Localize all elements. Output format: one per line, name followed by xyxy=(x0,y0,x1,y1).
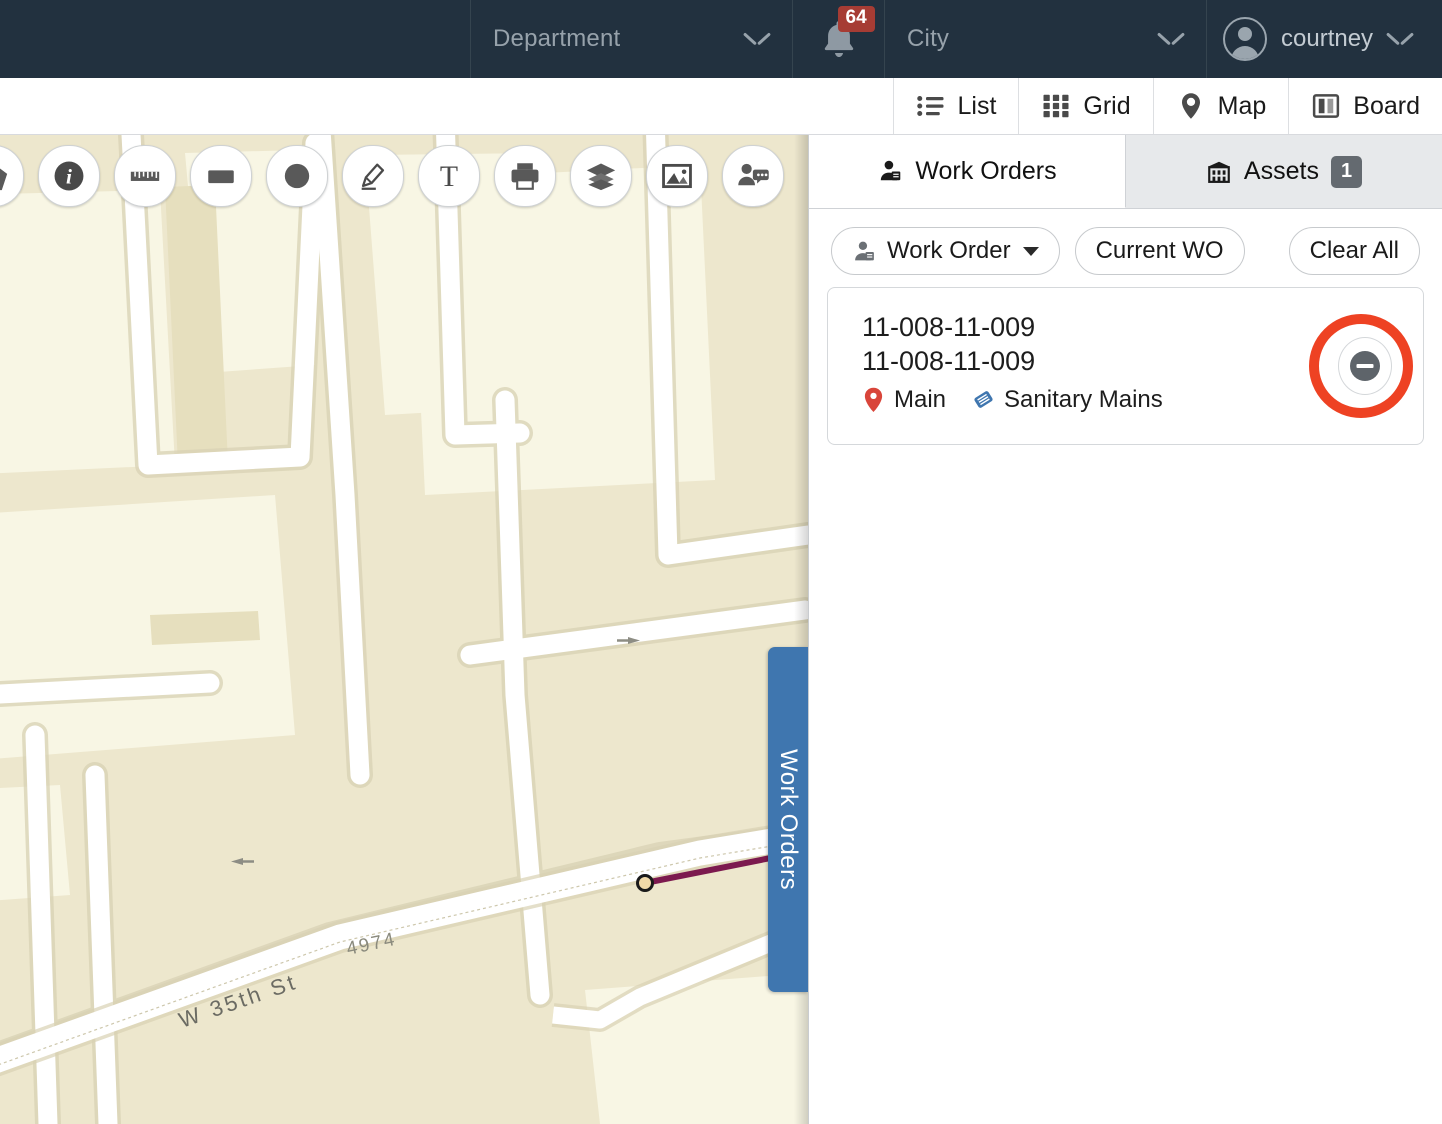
tab-work-orders[interactable]: Work Orders xyxy=(809,135,1126,208)
map-tool-text[interactable]: T xyxy=(418,145,480,207)
view-button-grid-label: Grid xyxy=(1083,91,1131,120)
department-select-label: Department xyxy=(493,25,621,52)
work-order-title: 11-008-11-009 xyxy=(862,312,1036,342)
map-pin-icon xyxy=(1181,93,1200,119)
map-basemap: W 35th St 4974 xyxy=(0,135,808,1124)
chevron-down-icon xyxy=(744,32,770,47)
view-button-map[interactable]: Map xyxy=(1152,78,1289,134)
map-toolbar: i T xyxy=(0,145,784,207)
list-icon xyxy=(916,96,943,116)
notification-count-badge: 64 xyxy=(837,6,875,32)
right-panel: Work Orders Assets 1 Work Order Current … xyxy=(808,135,1442,1124)
tab-assets-count: 1 xyxy=(1330,155,1363,188)
map-tool-rectangle[interactable] xyxy=(190,145,252,207)
view-button-board-label: Board xyxy=(1353,91,1420,120)
map-tool-info[interactable]: i xyxy=(38,145,100,207)
grid-icon xyxy=(1043,94,1069,118)
work-order-location-label: Main xyxy=(894,385,947,413)
circle-icon xyxy=(284,163,310,189)
view-button-list[interactable]: List xyxy=(892,78,1019,134)
info-icon: i xyxy=(54,161,84,191)
map-tool-polygon[interactable] xyxy=(0,145,24,207)
board-icon xyxy=(1313,94,1340,118)
remove-button[interactable] xyxy=(1338,337,1392,395)
chevron-down-icon xyxy=(1158,32,1184,47)
user-avatar-icon xyxy=(1223,17,1267,61)
filter-current-wo-label: Current WO xyxy=(1095,237,1224,264)
printer-icon xyxy=(511,163,539,190)
work-order-subtitle: 11-008-11-009 xyxy=(862,346,1036,377)
view-button-map-label: Map xyxy=(1217,91,1267,120)
city-select[interactable]: City xyxy=(884,0,1206,78)
map-work-orders-tab[interactable]: Work Orders xyxy=(768,647,808,992)
work-order-list: 11-008-11-009 11-008-11-009 Main Sanitar… xyxy=(809,287,1442,445)
clear-all-button[interactable]: Clear All xyxy=(1288,227,1420,275)
work-order-card[interactable]: 11-008-11-009 11-008-11-009 Main Sanitar… xyxy=(827,287,1424,445)
panel-tab-bar: Work Orders Assets 1 xyxy=(809,135,1442,209)
filter-work-order-label: Work Order xyxy=(887,237,1011,264)
app-root: Department 64 City courtney List Grid Ma… xyxy=(0,0,1442,1124)
notifications-button[interactable]: 64 xyxy=(792,0,884,78)
rectangle-icon xyxy=(208,170,234,184)
caret-down-icon xyxy=(1022,246,1039,256)
building-icon xyxy=(1208,161,1230,183)
work-order-icon xyxy=(881,160,901,181)
bell-wrapper: 64 xyxy=(816,6,875,62)
text-icon: T xyxy=(440,160,458,193)
work-order-meta: Main Sanitary Mains xyxy=(862,386,1397,414)
view-switch-bar: List Grid Map Board xyxy=(0,78,1442,135)
asset-diamond-icon xyxy=(974,391,993,408)
svg-text:T: T xyxy=(440,160,458,193)
work-order-location: Main xyxy=(862,386,946,414)
clear-all-label: Clear All xyxy=(1309,237,1399,264)
user-menu-label: courtney xyxy=(1281,25,1374,52)
map-tool-freehand[interactable] xyxy=(342,145,404,207)
filter-current-wo[interactable]: Current WO xyxy=(1074,227,1245,275)
tab-work-orders-label: Work Orders xyxy=(915,156,1057,185)
work-order-asset-type-label: Sanitary Mains xyxy=(1004,385,1163,413)
pen-icon xyxy=(361,163,385,190)
work-order-asset-type: Sanitary Mains xyxy=(972,386,1163,414)
city-select-label: City xyxy=(907,25,950,52)
svg-text:i: i xyxy=(66,165,72,189)
image-icon xyxy=(662,163,692,189)
panel-filter-bar: Work Order Current WO Clear All xyxy=(809,209,1442,287)
tab-assets[interactable]: Assets 1 xyxy=(1126,135,1442,208)
map-tool-print[interactable] xyxy=(494,145,556,207)
map-canvas[interactable]: W 35th St 4974 i T Work Orders xyxy=(0,135,808,1124)
chevron-down-icon xyxy=(1387,32,1413,47)
view-button-grid[interactable]: Grid xyxy=(1018,78,1153,134)
map-tool-image[interactable] xyxy=(646,145,708,207)
pentagon-icon xyxy=(0,168,8,191)
map-tool-layers[interactable] xyxy=(570,145,632,207)
map-work-orders-tab-label: Work Orders xyxy=(775,748,802,891)
work-order-icon xyxy=(855,241,874,260)
map-pin-icon xyxy=(864,387,883,413)
view-button-board[interactable]: Board xyxy=(1288,78,1442,134)
tab-assets-label: Assets xyxy=(1243,157,1319,185)
view-button-list-label: List xyxy=(957,91,997,120)
layers-icon xyxy=(586,163,616,191)
header-left-spacer xyxy=(0,0,470,78)
filter-work-order-dropdown[interactable]: Work Order xyxy=(831,227,1060,275)
map-feature-vertex xyxy=(636,874,654,892)
ruler-icon xyxy=(130,171,160,181)
person-comment-icon xyxy=(738,163,769,186)
map-tool-circle[interactable] xyxy=(266,145,328,207)
department-select[interactable]: Department xyxy=(470,0,792,78)
map-tool-measure[interactable] xyxy=(114,145,176,207)
map-tool-request[interactable] xyxy=(722,145,784,207)
user-menu[interactable]: courtney xyxy=(1206,0,1426,78)
minus-circle-icon xyxy=(1350,351,1380,381)
top-header-bar: Department 64 City courtney xyxy=(0,0,1442,78)
